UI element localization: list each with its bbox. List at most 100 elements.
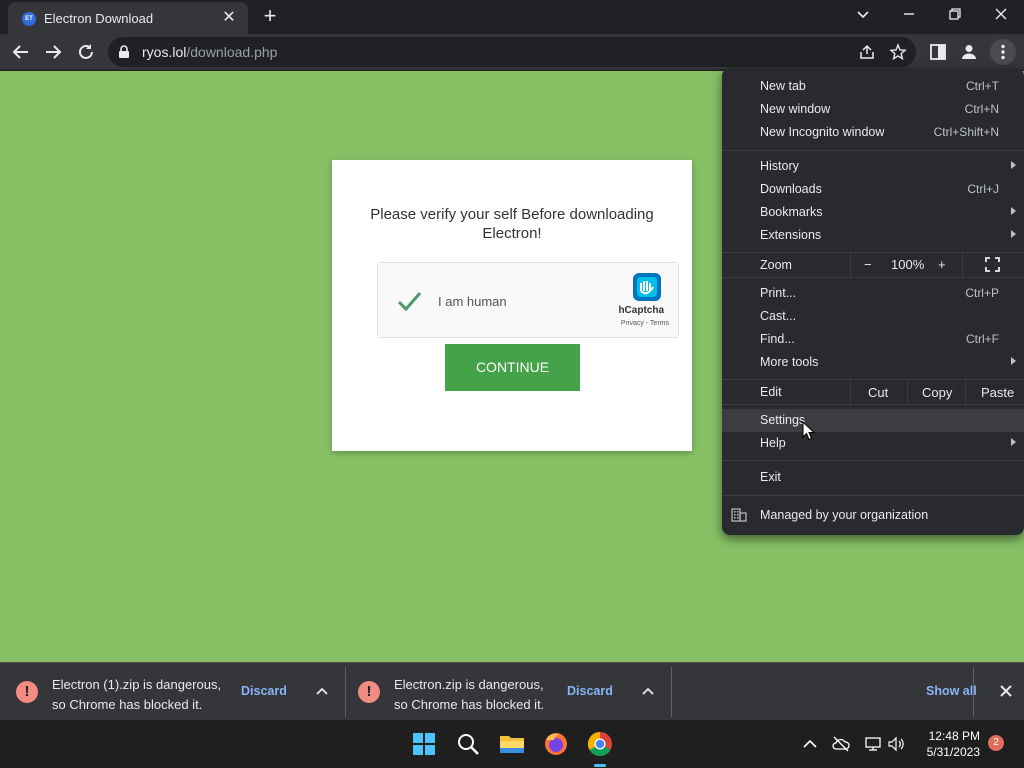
download-shelf: ! Electron (1).zip is dangerous, so Chro…	[0, 662, 1024, 720]
menu-item-managed[interactable]: Managed by your organization	[722, 504, 1024, 527]
submenu-arrow-icon	[1011, 207, 1016, 215]
zoom-out-button[interactable]: −	[864, 257, 872, 272]
mouse-cursor-icon	[802, 420, 816, 446]
menu-item-history[interactable]: History	[722, 155, 1024, 178]
volume-icon[interactable]	[886, 734, 906, 754]
minimize-button[interactable]	[891, 4, 927, 28]
tab-search-icon[interactable]	[845, 4, 881, 28]
menu-item-more-tools[interactable]: More tools	[722, 351, 1024, 374]
discard-button[interactable]: Discard	[567, 684, 613, 698]
bookmark-star-icon[interactable]	[889, 43, 907, 61]
discard-button[interactable]: Discard	[241, 684, 287, 698]
captcha-privacy-terms-link[interactable]: Privacy - Terms	[621, 320, 669, 327]
active-app-indicator	[594, 764, 606, 767]
verification-heading: Please verify your self Before downloadi…	[370, 206, 654, 242]
firefox-icon[interactable]	[540, 728, 572, 760]
menu-item-downloads[interactable]: Downloads Ctrl+J	[722, 178, 1024, 201]
verification-card: Please verify your self Before downloadi…	[332, 160, 692, 451]
menu-divider	[907, 380, 908, 404]
menu-item-settings[interactable]: Settings	[722, 409, 1024, 432]
new-tab-button[interactable]: +	[258, 5, 282, 29]
three-dots-icon	[1001, 44, 1005, 60]
warning-icon: !	[16, 681, 38, 703]
menu-divider	[850, 380, 851, 404]
hcaptcha-logo-icon	[630, 271, 664, 308]
menu-item-new-tab[interactable]: New tab Ctrl+T	[722, 75, 1024, 98]
menu-item-zoom: Zoom	[760, 258, 792, 272]
zoom-level: 100%	[891, 257, 925, 272]
submenu-arrow-icon	[1011, 230, 1016, 238]
system-clock[interactable]: 12:48 PM 5/31/2023	[916, 728, 980, 760]
reload-icon[interactable]	[73, 39, 99, 65]
notification-badge[interactable]: 2	[988, 735, 1004, 751]
tab-electron-download[interactable]: ET Electron Download ✕	[8, 2, 248, 34]
menu-divider	[722, 495, 1024, 496]
chevron-up-icon[interactable]	[314, 683, 330, 699]
menu-divider	[962, 253, 963, 277]
warning-icon: !	[358, 681, 380, 703]
menu-divider	[722, 277, 1024, 278]
tab-strip: ET Electron Download ✕ +	[0, 0, 1024, 34]
hcaptcha-widget[interactable]: I am human hCaptcha Privacy - Terms	[377, 262, 679, 338]
copy-button[interactable]: Copy	[922, 385, 952, 400]
close-tab-icon[interactable]: ✕	[220, 9, 238, 27]
search-icon[interactable]	[452, 728, 484, 760]
menu-divider	[722, 252, 1024, 253]
chrome-menu-button[interactable]	[990, 39, 1016, 65]
submenu-arrow-icon	[1011, 438, 1016, 446]
windows-taskbar: 12:48 PM 5/31/2023 2	[0, 720, 1024, 768]
download-item[interactable]: ! Electron.zip is dangerous, so Chrome h…	[342, 663, 670, 721]
menu-divider	[722, 404, 1024, 405]
tab-favicon-icon: ET	[22, 12, 36, 26]
paste-button[interactable]: Paste	[981, 385, 1014, 400]
close-shelf-icon[interactable]	[996, 681, 1016, 701]
menu-item-extensions[interactable]: Extensions	[722, 224, 1024, 247]
chevron-up-icon[interactable]	[640, 683, 656, 699]
back-arrow-icon[interactable]	[8, 39, 34, 65]
menu-item-new-window[interactable]: New window Ctrl+N	[722, 98, 1024, 121]
menu-divider	[722, 150, 1024, 151]
url-text: ryos.lol/download.php	[142, 44, 278, 60]
chrome-taskbar-icon[interactable]	[584, 728, 616, 760]
address-bar[interactable]: ryos.lol/download.php	[108, 37, 916, 67]
cut-button[interactable]: Cut	[868, 385, 888, 400]
side-panel-icon[interactable]	[928, 42, 948, 62]
network-icon[interactable]	[863, 734, 883, 754]
menu-item-help[interactable]: Help	[722, 432, 1024, 455]
menu-item-exit[interactable]: Exit	[722, 466, 1024, 489]
profile-icon[interactable]	[959, 42, 979, 62]
zoom-in-button[interactable]: +	[938, 257, 946, 272]
file-explorer-icon[interactable]	[496, 728, 528, 760]
download-item[interactable]: ! Electron (1).zip is dangerous, so Chro…	[0, 663, 344, 721]
download-status-text: Electron.zip is dangerous, so Chrome has…	[394, 677, 545, 712]
browser-toolbar: ryos.lol/download.php	[0, 34, 1024, 70]
menu-item-new-incognito[interactable]: New Incognito window Ctrl+Shift+N	[722, 121, 1024, 144]
submenu-arrow-icon	[1011, 161, 1016, 169]
download-divider	[671, 667, 672, 717]
restore-button[interactable]	[937, 4, 973, 28]
download-status-text: Electron (1).zip is dangerous, so Chrome…	[52, 677, 222, 712]
building-icon	[731, 508, 747, 525]
checkmark-icon[interactable]	[395, 287, 423, 320]
menu-divider	[850, 253, 851, 277]
menu-item-find[interactable]: Find... Ctrl+F	[722, 328, 1024, 351]
windows-start-icon[interactable]	[408, 728, 440, 760]
cloud-offline-icon[interactable]	[831, 734, 851, 754]
captcha-label: I am human	[438, 294, 507, 309]
show-all-downloads-button[interactable]: Show all	[926, 684, 977, 698]
continue-button[interactable]: CONTINUE	[445, 344, 580, 391]
submenu-arrow-icon	[1011, 357, 1016, 365]
lock-icon[interactable]	[118, 45, 130, 64]
menu-item-print[interactable]: Print... Ctrl+P	[722, 282, 1024, 305]
menu-divider	[722, 460, 1024, 461]
forward-arrow-icon[interactable]	[40, 39, 66, 65]
tab-title: Electron Download	[44, 11, 154, 26]
menu-item-bookmarks[interactable]: Bookmarks	[722, 201, 1024, 224]
menu-item-cast[interactable]: Cast...	[722, 305, 1024, 328]
close-window-button[interactable]	[983, 4, 1019, 28]
chevron-up-icon[interactable]	[800, 734, 820, 754]
fullscreen-icon[interactable]	[985, 257, 1000, 275]
menu-divider	[722, 379, 1024, 380]
share-icon[interactable]	[858, 43, 876, 61]
menu-divider	[965, 380, 966, 404]
